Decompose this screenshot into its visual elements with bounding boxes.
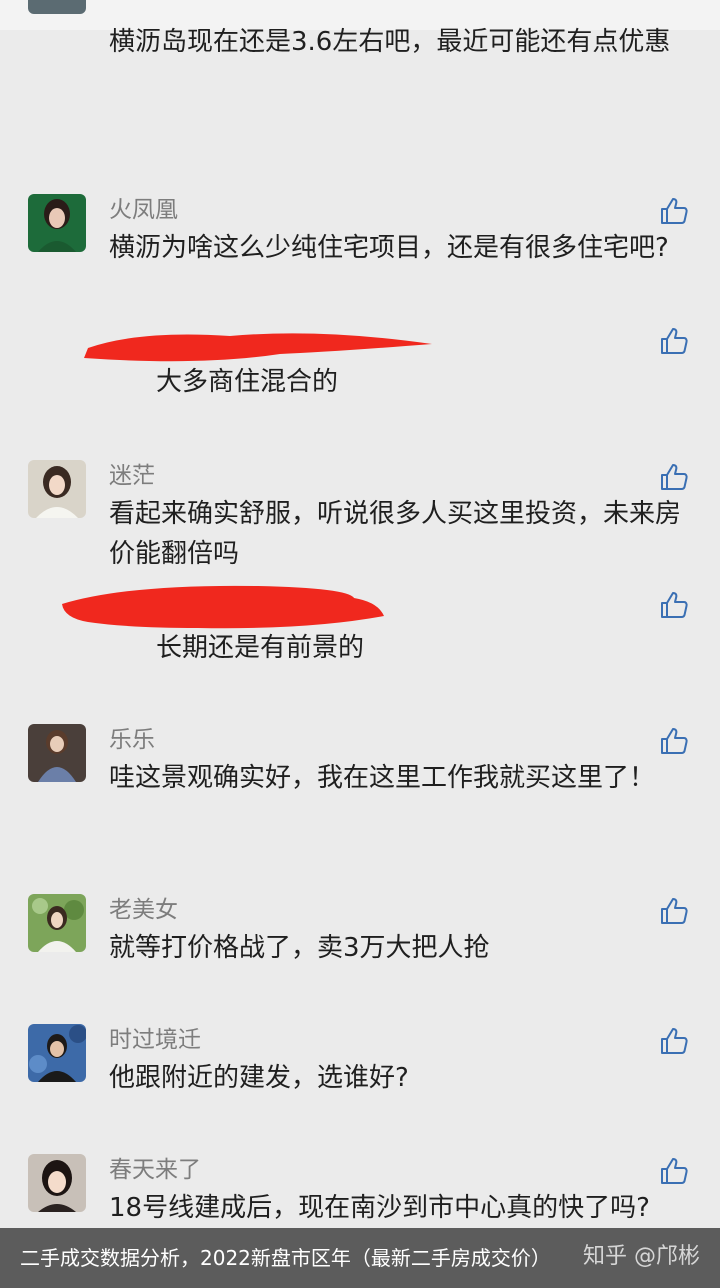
reply-text: 大多商住混合的 [156,367,339,397]
avatar[interactable] [28,1024,86,1082]
thumbs-up-icon[interactable] [659,326,689,356]
avatar[interactable] [28,724,86,782]
avatar[interactable] [28,460,86,518]
watermark-text: 知乎 @邝彬 [583,1244,700,1269]
comment-username[interactable]: 春天来了 [109,1156,201,1184]
avatar[interactable] [28,1154,86,1212]
thumbs-up-icon[interactable] [659,1026,689,1056]
comment-text-fragment: 横沥岛现在还是3.6左右吧，最近可能还有点优惠 [109,27,671,57]
caption-bar: 二手成交数据分析，2022新盘市区年（最新二手房成交价） 知乎 @邝彬 [0,1228,720,1288]
redaction-mark [62,585,384,629]
avatar[interactable] [28,894,86,952]
comment-text: 看起来确实舒服，听说很多人买这里投资，未来房价能翻倍吗 [109,499,682,569]
thumbs-up-icon[interactable] [659,196,689,226]
comment-username[interactable]: 迷茫 [109,462,155,490]
avatar-fragment [28,0,86,14]
thumbs-up-icon[interactable] [659,462,689,492]
comment-username[interactable]: 火凤凰 [109,196,178,224]
redaction-mark [84,333,432,362]
comment-username[interactable]: 老美女 [109,896,178,924]
comment-text: 哇这景观确实好，我在这里工作我就买这里了！ [109,763,656,793]
comment-text: 18号线建成后，现在南沙到市中心真的快了吗? [109,1193,650,1223]
thumbs-up-icon[interactable] [659,590,689,620]
comment-text: 他跟附近的建发，选谁好? [109,1063,409,1093]
thumbs-up-icon[interactable] [659,726,689,756]
avatar[interactable] [28,194,86,252]
comment-text: 横沥为啥这么少纯住宅项目，还是有很多住宅吧? [109,233,669,263]
comment-text: 就等打价格战了，卖3万大把人抢 [109,933,490,963]
reply-text: 长期还是有前景的 [156,633,365,663]
thumbs-up-icon[interactable] [659,896,689,926]
comment-username[interactable]: 时过境迁 [109,1026,201,1054]
comment-username[interactable]: 乐乐 [109,726,155,754]
caption-text: 二手成交数据分析，2022新盘市区年（最新二手房成交价） [20,1246,551,1270]
thumbs-up-icon[interactable] [659,1156,689,1186]
